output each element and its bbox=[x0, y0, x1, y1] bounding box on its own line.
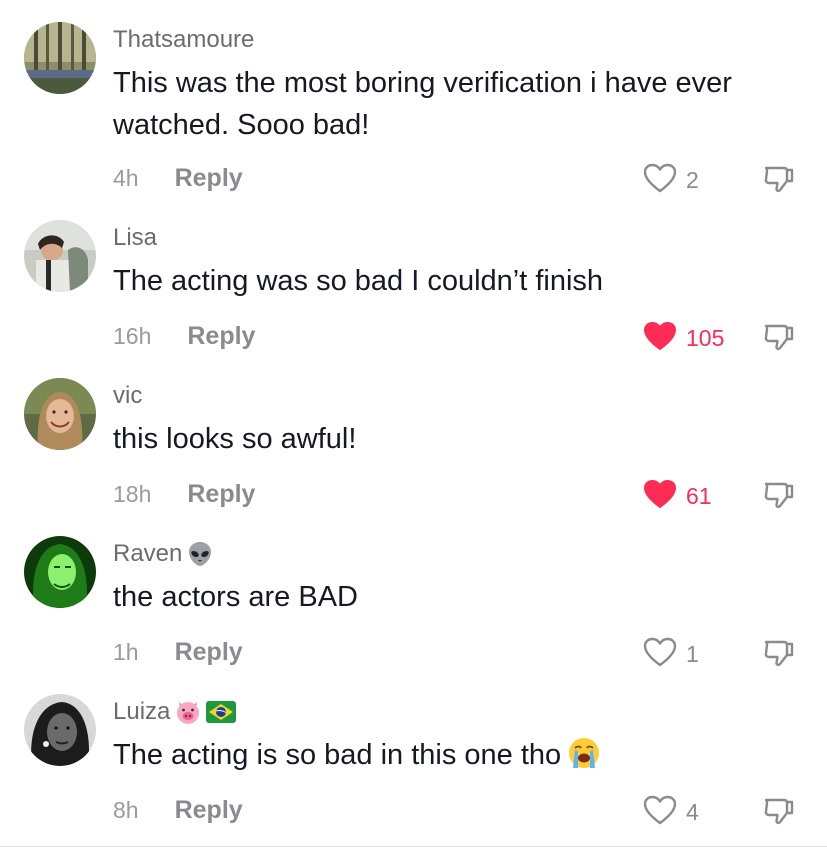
comment-author[interactable]: Thatsamoure bbox=[113, 26, 254, 54]
author-name[interactable]: Lisa bbox=[113, 224, 157, 252]
divider bbox=[0, 846, 827, 847]
like-count: 61 bbox=[686, 483, 712, 509]
thumbs-down-icon bbox=[762, 794, 796, 828]
author-name[interactable]: Luiza bbox=[113, 698, 170, 726]
comment-time: 4h bbox=[113, 165, 139, 191]
brazil-flag-emoji-icon bbox=[206, 701, 237, 723]
like-button[interactable]: 105 bbox=[642, 320, 724, 357]
thumbs-down-icon bbox=[762, 162, 796, 196]
comment-meta: 4h Reply bbox=[113, 164, 243, 193]
comment-time: 16h bbox=[113, 323, 152, 349]
dislike-button[interactable] bbox=[762, 320, 796, 354]
avatar[interactable] bbox=[24, 536, 96, 608]
heart-outline-icon bbox=[642, 794, 678, 831]
author-name[interactable]: Thatsamoure bbox=[113, 26, 254, 54]
heart-outline-icon bbox=[642, 162, 678, 199]
dislike-button[interactable] bbox=[762, 636, 796, 670]
comment-time: 1h bbox=[113, 639, 139, 665]
heart-filled-icon bbox=[642, 320, 678, 357]
comment-meta: 1h Reply bbox=[113, 638, 243, 667]
comment-meta: 18h Reply bbox=[113, 480, 255, 509]
comment-time: 18h bbox=[113, 481, 152, 507]
comment-author[interactable]: Lisa bbox=[113, 224, 157, 252]
thumbs-down-icon bbox=[762, 320, 796, 354]
pig-face-emoji-icon bbox=[174, 698, 202, 726]
avatar[interactable] bbox=[24, 220, 96, 292]
author-name[interactable]: vic bbox=[113, 382, 142, 410]
comment-meta: 8h Reply bbox=[113, 796, 243, 825]
alien-emoji-icon bbox=[186, 540, 214, 568]
heart-outline-icon bbox=[642, 636, 678, 673]
comment-text: This was the most boring verification i … bbox=[113, 67, 732, 141]
like-button[interactable]: 2 bbox=[642, 162, 699, 199]
like-count: 105 bbox=[686, 325, 725, 351]
dislike-button[interactable] bbox=[762, 162, 796, 196]
reply-button[interactable]: Reply bbox=[187, 480, 255, 509]
comment-author[interactable]: vic bbox=[113, 382, 142, 410]
like-count: 1 bbox=[686, 641, 699, 667]
dislike-button[interactable] bbox=[762, 478, 796, 512]
reply-button[interactable]: Reply bbox=[175, 164, 243, 193]
comment-meta: 16h Reply bbox=[113, 322, 255, 351]
comment-text: The acting was so bad I couldn’t finish bbox=[113, 265, 604, 297]
like-button[interactable]: 61 bbox=[642, 478, 712, 515]
dislike-button[interactable] bbox=[762, 794, 796, 828]
comment-author[interactable]: Raven bbox=[113, 540, 214, 568]
thumbs-down-icon bbox=[762, 636, 796, 670]
thumbs-down-icon bbox=[762, 478, 796, 512]
comment-author[interactable]: Luiza bbox=[113, 698, 237, 726]
comment-text-body: The acting is so bad in this one tho bbox=[113, 739, 562, 771]
reply-button[interactable]: Reply bbox=[175, 638, 243, 667]
like-count: 4 bbox=[686, 799, 699, 825]
avatar[interactable] bbox=[24, 22, 96, 94]
comment-text: this looks so awful! bbox=[113, 423, 357, 455]
loudly-crying-face-emoji-icon bbox=[567, 736, 601, 782]
like-count: 2 bbox=[686, 167, 699, 193]
comment-text: the actors are BAD bbox=[113, 581, 358, 613]
reply-button[interactable]: Reply bbox=[187, 322, 255, 351]
avatar[interactable] bbox=[24, 378, 96, 450]
like-button[interactable]: 1 bbox=[642, 636, 699, 673]
heart-filled-icon bbox=[642, 478, 678, 515]
reply-button[interactable]: Reply bbox=[175, 796, 243, 825]
comment-text: The acting is so bad in this one tho bbox=[113, 734, 803, 782]
author-name[interactable]: Raven bbox=[113, 540, 182, 568]
comment-time: 8h bbox=[113, 797, 139, 823]
avatar[interactable] bbox=[24, 694, 96, 766]
like-button[interactable]: 4 bbox=[642, 794, 699, 831]
